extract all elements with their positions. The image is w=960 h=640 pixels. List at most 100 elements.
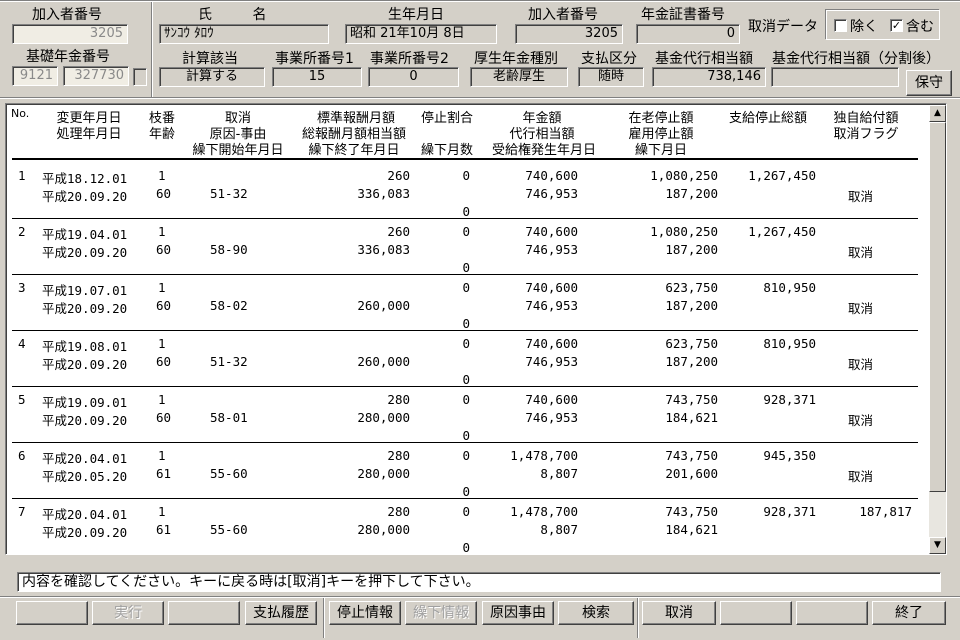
member-no2-field[interactable]: 3205 — [515, 24, 623, 44]
cell-elder-stop: 1,080,250 — [650, 168, 718, 183]
fund-split-field[interactable] — [771, 67, 899, 87]
cell-reason-code: 58-01 — [210, 410, 248, 425]
col-stop-total-header: 支給停止総額 — [728, 111, 807, 126]
cell-elder-stop: 623,750 — [665, 280, 718, 295]
cell-proxy-amount: 746,953 — [525, 298, 578, 313]
name-field[interactable]: ｻﾝｺｳ ﾀﾛｳ — [159, 24, 329, 44]
scroll-up-icon[interactable]: ▲ — [929, 105, 946, 122]
cell-reason-code: 51-32 — [210, 186, 248, 201]
cell-row-no: 6 — [18, 448, 26, 463]
cell-std-monthly: 280 — [387, 448, 410, 463]
cancel-button[interactable]: 取消 — [642, 601, 716, 625]
cell-pension-amount: 740,600 — [525, 336, 578, 351]
basic-pension-no-field-2[interactable]: 327730 — [63, 66, 129, 86]
col-cancel-flag-header: 取消フラグ — [833, 127, 899, 142]
basic-pension-no-label: 基礎年金番号 — [26, 49, 110, 65]
cancel-data-label: 取消データ — [748, 19, 818, 35]
col-defer-day-header: 繰下月日 — [634, 143, 687, 158]
cell-cancel-flag: 取消 — [848, 357, 874, 372]
office1-field[interactable]: 15 — [272, 67, 362, 87]
basic-pension-no-field-1[interactable]: 9121 — [12, 66, 58, 86]
cell-pension-amount: 740,600 — [525, 392, 578, 407]
cell-total-monthly: 260,000 — [357, 354, 410, 369]
cell-change-date: 平成18.12.01 — [42, 171, 128, 186]
cell-row-no: 5 — [18, 392, 26, 407]
col-process-date-header: 処理年月日 — [56, 127, 122, 142]
table-row[interactable]: 1 平成18.12.01 平成20.09.20 1 60 51-32 260 336,083 0… — [6, 163, 918, 219]
col-defer-end-header: 繰下終了年月日 — [308, 143, 400, 158]
office2-field[interactable]: 0 — [368, 67, 459, 87]
table-row[interactable]: 5 平成19.09.01 平成20.09.20 1 60 58-01 280 280,000 0… — [6, 387, 918, 443]
cell-age: 60 — [156, 298, 172, 313]
function-button-10 — [720, 601, 792, 625]
cell-defer-months: 0 — [462, 260, 470, 275]
cell-branch-no: 1 — [158, 224, 166, 239]
cell-defer-months: 0 — [462, 372, 470, 387]
col-right-date-header: 受給権発生年月日 — [491, 143, 596, 158]
cause-button[interactable]: 原因事由 — [482, 601, 554, 625]
list-scrollbar[interactable]: ▲ ▼ — [929, 105, 946, 554]
cell-stop-total: 928,371 — [763, 504, 816, 519]
cell-reason-code: 58-90 — [210, 242, 248, 257]
cell-std-monthly: 260 — [387, 224, 410, 239]
table-row[interactable]: 7 平成20.04.01 平成20.09.20 1 61 55-60 280 280,000 0… — [6, 499, 918, 554]
cell-age: 61 — [156, 522, 172, 537]
cell-cancel-flag: 取消 — [848, 413, 874, 428]
cell-total-monthly: 280,000 — [357, 410, 410, 425]
birth-date-field[interactable]: 昭和 21年10月 8日 — [345, 24, 497, 44]
pay-history-button[interactable]: 支払履歴 — [245, 601, 317, 625]
cell-row-no: 4 — [18, 336, 26, 351]
table-row[interactable]: 2 平成19.04.01 平成20.09.20 1 60 58-90 260 336,083 0… — [6, 219, 918, 275]
cell-change-date: 平成19.08.01 — [42, 339, 128, 354]
cell-stop-total: 1,267,450 — [748, 168, 816, 183]
birth-date-label: 生年月日 — [388, 7, 444, 23]
calc-label: 計算該当 — [182, 51, 238, 67]
exit-button[interactable]: 終了 — [872, 601, 946, 625]
table-row[interactable]: 4 平成19.08.01 平成20.09.20 1 60 51-32 260,000 0 0 74… — [6, 331, 918, 387]
office1-label: 事業所番号1 — [275, 51, 354, 67]
pension-type-label: 厚生年金種別 — [474, 51, 558, 67]
cell-cancel-flag: 取消 — [848, 301, 874, 316]
search-button[interactable]: 検索 — [558, 601, 634, 625]
cell-process-date: 平成20.09.20 — [42, 357, 128, 372]
save-button[interactable]: 保守 — [906, 70, 952, 96]
cell-row-no: 2 — [18, 224, 26, 239]
cell-stop-ratio: 0 — [462, 280, 470, 295]
col-stop-ratio-header: 停止割合 — [420, 111, 473, 126]
cell-change-date: 平成20.04.01 — [42, 507, 128, 522]
col-age-header: 年齢 — [148, 127, 175, 142]
pay-div-field[interactable]: 随時 — [578, 67, 644, 87]
fund-field[interactable]: 738,146 — [652, 67, 766, 87]
cell-stop-ratio: 0 — [462, 336, 470, 351]
cell-change-date: 平成19.04.01 — [42, 227, 128, 242]
cell-change-date: 平成19.07.01 — [42, 283, 128, 298]
execute-button[interactable]: 実行 — [92, 601, 164, 625]
cell-defer-months: 0 — [462, 428, 470, 443]
pension-type-field[interactable]: 老齢厚生 — [470, 67, 568, 87]
col-no-header: No. — [11, 107, 30, 120]
defer-info-button[interactable]: 繰下情報 — [405, 601, 477, 625]
include-checkbox[interactable]: ✓ — [890, 19, 903, 32]
scroll-down-icon[interactable]: ▼ — [929, 537, 946, 554]
stop-info-button[interactable]: 停止情報 — [329, 601, 401, 625]
table-row[interactable]: 3 平成19.07.01 平成20.09.20 1 60 58-02 260,000 0 0 74… — [6, 275, 918, 331]
cell-defer-months: 0 — [462, 484, 470, 499]
cell-branch-no: 1 — [158, 448, 166, 463]
cell-age: 60 — [156, 410, 172, 425]
cell-age: 60 — [156, 186, 172, 201]
record-list[interactable]: No. 変更年月日 処理年月日 枝番 年齢 取消 原因-事由 繰下開始年月日 標… — [5, 103, 947, 555]
cell-reason-code: 58-02 — [210, 298, 248, 313]
exclude-label: 除く — [850, 19, 878, 35]
cell-total-monthly: 336,083 — [357, 242, 410, 257]
member-no-field[interactable]: 3205 — [12, 24, 128, 44]
fund-label: 基金代行相当額 — [655, 51, 753, 67]
cell-defer-months: 0 — [462, 316, 470, 331]
exclude-checkbox[interactable] — [834, 19, 847, 32]
cell-process-date: 平成20.09.20 — [42, 301, 128, 316]
cell-reason-code: 51-32 — [210, 354, 248, 369]
cert-no-field[interactable]: 0 — [636, 24, 740, 44]
scroll-thumb[interactable] — [929, 122, 946, 492]
cell-stop-total: 1,267,450 — [748, 224, 816, 239]
calc-field[interactable]: 計算する — [159, 67, 265, 87]
table-row[interactable]: 6 平成20.04.01 平成20.05.20 1 61 55-60 280 280,000 0… — [6, 443, 918, 499]
